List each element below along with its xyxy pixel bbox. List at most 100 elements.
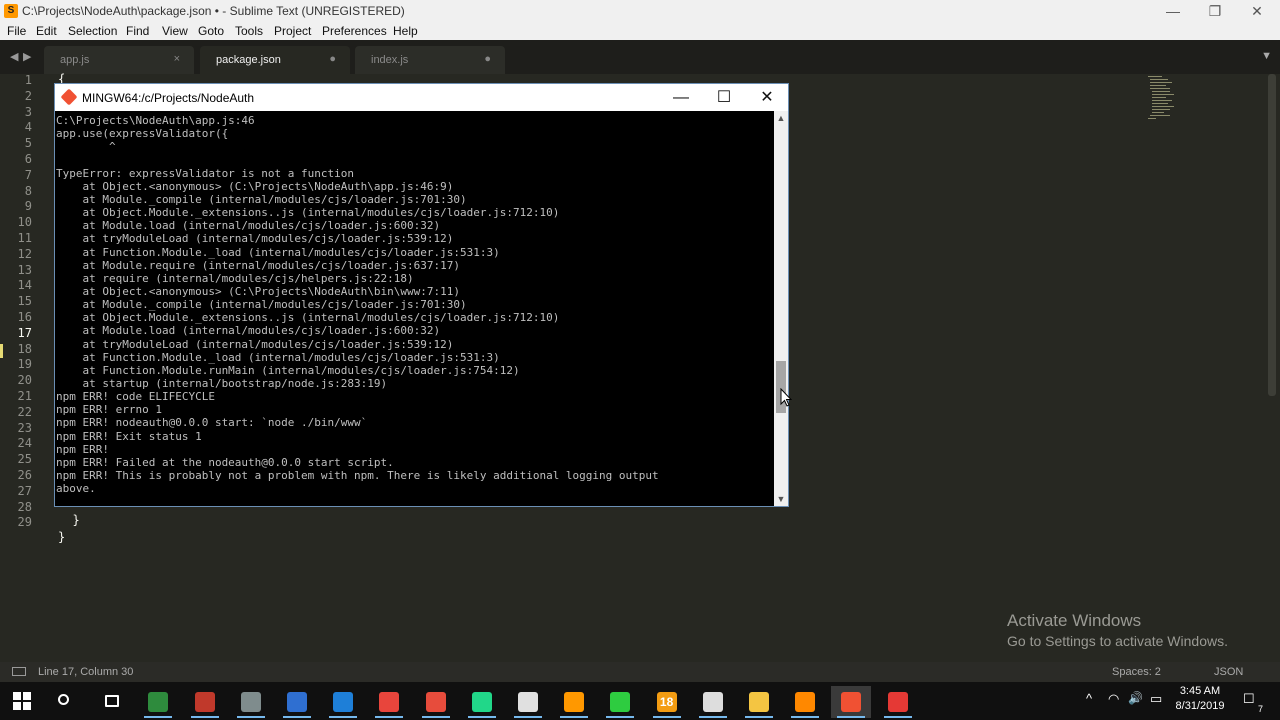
close-button[interactable]: ✕ <box>1234 0 1280 22</box>
battery-icon[interactable]: ▭ <box>1150 691 1162 707</box>
start-button-icon[interactable] <box>13 692 31 710</box>
menu-view[interactable]: View <box>162 24 188 38</box>
menu-help[interactable]: Help <box>393 24 418 38</box>
tab-app-js[interactable]: app.js × <box>44 46 194 74</box>
terminal-maximize-button[interactable]: ☐ <box>702 84 746 111</box>
menu-file[interactable]: File <box>7 24 26 38</box>
terminal-line: at Module.load (internal/modules/cjs/loa… <box>56 219 441 233</box>
taskbar-camtasia-button[interactable] <box>600 686 640 718</box>
taskbar-spreadsheet-app-button[interactable] <box>138 686 178 718</box>
terminal-line: at Object.<anonymous> (C:\Projects\NodeA… <box>56 284 460 298</box>
taskbar-app-icon-blue-button[interactable] <box>277 686 317 718</box>
line-number: 18 <box>17 341 32 356</box>
line-number: 23 <box>17 420 32 435</box>
terminal-line: TypeError: expressValidator is not a fun… <box>56 166 355 180</box>
app-icon-bubble <box>194 692 215 712</box>
terminal-line: at Function.Module.runMain (internal/mod… <box>56 363 520 377</box>
line-number: 28 <box>17 499 32 514</box>
camtasia-icon <box>610 692 631 712</box>
terminal-line: at Module._compile (internal/modules/cjs… <box>56 298 467 312</box>
maximize-button[interactable]: ❐ <box>1192 0 1238 22</box>
status-bar: Line 17, Column 30 Spaces: 2 JSON <box>0 662 1280 682</box>
terminal-line: at Module.load (internal/modules/cjs/loa… <box>56 324 441 338</box>
tab-package-json[interactable]: package.json ● <box>200 46 350 74</box>
taskbar-sublime-text-button[interactable] <box>554 686 594 718</box>
terminal-scrollbar[interactable]: ▲ ▼ <box>774 111 788 506</box>
menu-find[interactable]: Find <box>126 24 149 38</box>
panel-toggle-icon[interactable] <box>12 667 26 676</box>
chrome-icon <box>379 692 400 712</box>
taskbar-vlc-button[interactable] <box>785 686 825 718</box>
line-gutter: 1 2 3 4 5 6 7 8 9 10 11 12 13 14 15 16 17 18 19 20 21 22 23 24 2… <box>0 74 50 662</box>
menu-selection[interactable]: Selection <box>68 24 117 38</box>
taskbar-search-button[interactable] <box>46 686 86 718</box>
tab-index-js[interactable]: index.js ● <box>355 46 505 74</box>
tab-dirty-icon[interactable]: ● <box>484 53 491 65</box>
tab-menu-icon[interactable]: ▼ <box>1261 50 1272 62</box>
line-number: 7 <box>24 167 32 182</box>
activate-windows-watermark: Activate Windows Go to Settings to activ… <box>1007 611 1228 649</box>
taskbar-app-icon-red-c-button[interactable] <box>878 686 918 718</box>
spreadsheet-app-icon <box>148 692 169 712</box>
terminal-line: at startup (internal/bootstrap/node.js:2… <box>56 377 388 390</box>
syntax-selector[interactable]: JSON <box>1214 666 1243 678</box>
taskbar-git-bash-button[interactable] <box>831 686 872 718</box>
terminal-window[interactable]: MINGW64:/c/Projects/NodeAuth — ☐ ✕ C:\Pr… <box>54 83 789 507</box>
menu-tools[interactable]: Tools <box>235 24 263 38</box>
line-number: 15 <box>17 294 32 309</box>
line-number: 12 <box>17 246 32 261</box>
tab-forward-icon[interactable]: ▶ <box>23 50 31 63</box>
taskbar-app-icon-18-button[interactable]: 18 <box>647 686 687 718</box>
windows-store-icon <box>425 692 446 712</box>
watermark-title: Activate Windows <box>1007 611 1142 630</box>
indentation-setting[interactable]: Spaces: 2 <box>1112 666 1161 678</box>
minimize-button[interactable]: — <box>1150 0 1196 22</box>
volume-icon[interactable]: 🔊 <box>1128 691 1143 705</box>
taskbar-app-icon-bubble-button[interactable] <box>185 686 225 718</box>
terminal-close-button[interactable]: ✕ <box>745 84 789 111</box>
tray-chevron-icon[interactable]: ^ <box>1086 691 1092 706</box>
editor-scrollbar[interactable] <box>1268 74 1276 396</box>
scroll-up-icon[interactable]: ▲ <box>774 111 788 125</box>
taskbar-pycharm-button[interactable] <box>462 686 502 718</box>
menu-project[interactable]: Project <box>274 24 311 38</box>
tab-close-icon[interactable]: × <box>174 53 180 65</box>
tab-back-icon[interactable]: ◀ <box>10 50 18 63</box>
taskbar-app-icon-settings-button[interactable] <box>231 686 271 718</box>
menu-goto[interactable]: Goto <box>198 24 224 38</box>
taskbar-file-button[interactable] <box>508 686 548 718</box>
terminal-line: C:\Projects\NodeAuth\app.js:46 <box>56 114 255 127</box>
notification-center-icon[interactable]: ☐ <box>1243 691 1255 707</box>
line-number: 3 <box>24 104 32 119</box>
terminal-line: at Function.Module._load (internal/modul… <box>56 245 500 259</box>
line-number: 22 <box>17 404 32 419</box>
menu-edit[interactable]: Edit <box>36 24 57 38</box>
code-line-27[interactable]: } <box>58 513 79 527</box>
terminal-output[interactable]: C:\Projects\NodeAuth\app.js:46 app.use(ex… <box>55 111 773 506</box>
menu-preferences[interactable]: Preferences <box>322 24 387 38</box>
taskbar-edge-button[interactable] <box>323 686 363 718</box>
scroll-down-icon[interactable]: ▼ <box>774 492 788 506</box>
wifi-icon[interactable]: ◠ <box>1108 691 1119 707</box>
line-number: 9 <box>24 199 32 214</box>
code-line-28[interactable]: } <box>58 530 65 544</box>
system-clock[interactable]: 3:45 AM 8/31/2019 <box>1170 684 1230 714</box>
line-number: 6 <box>24 152 32 166</box>
sublime-text-icon <box>564 692 585 712</box>
search-icon <box>58 694 69 705</box>
taskbar-file-explorer-button[interactable] <box>739 686 779 718</box>
git-bash-icon <box>60 88 78 106</box>
terminal-line: at Function.Module._load (internal/modul… <box>56 350 500 364</box>
terminal-minimize-button[interactable]: — <box>659 84 703 111</box>
minimap[interactable] <box>1146 74 1176 124</box>
terminal-line: npm ERR! nodeauth@0.0.0 start: `node ./b… <box>56 416 368 430</box>
terminal-line: app.use(expressValidator({ <box>56 127 229 141</box>
taskbar-inkscape-button[interactable] <box>693 686 733 718</box>
mouse-pointer-icon <box>780 388 792 407</box>
taskbar-task-view-button[interactable] <box>92 686 132 718</box>
line-number: 10 <box>17 215 32 230</box>
tab-dirty-icon[interactable]: ● <box>329 53 336 65</box>
terminal-title: MINGW64:/c/Projects/NodeAuth <box>82 91 255 105</box>
taskbar-windows-store-button[interactable] <box>416 686 456 718</box>
taskbar-chrome-button[interactable] <box>369 686 409 718</box>
